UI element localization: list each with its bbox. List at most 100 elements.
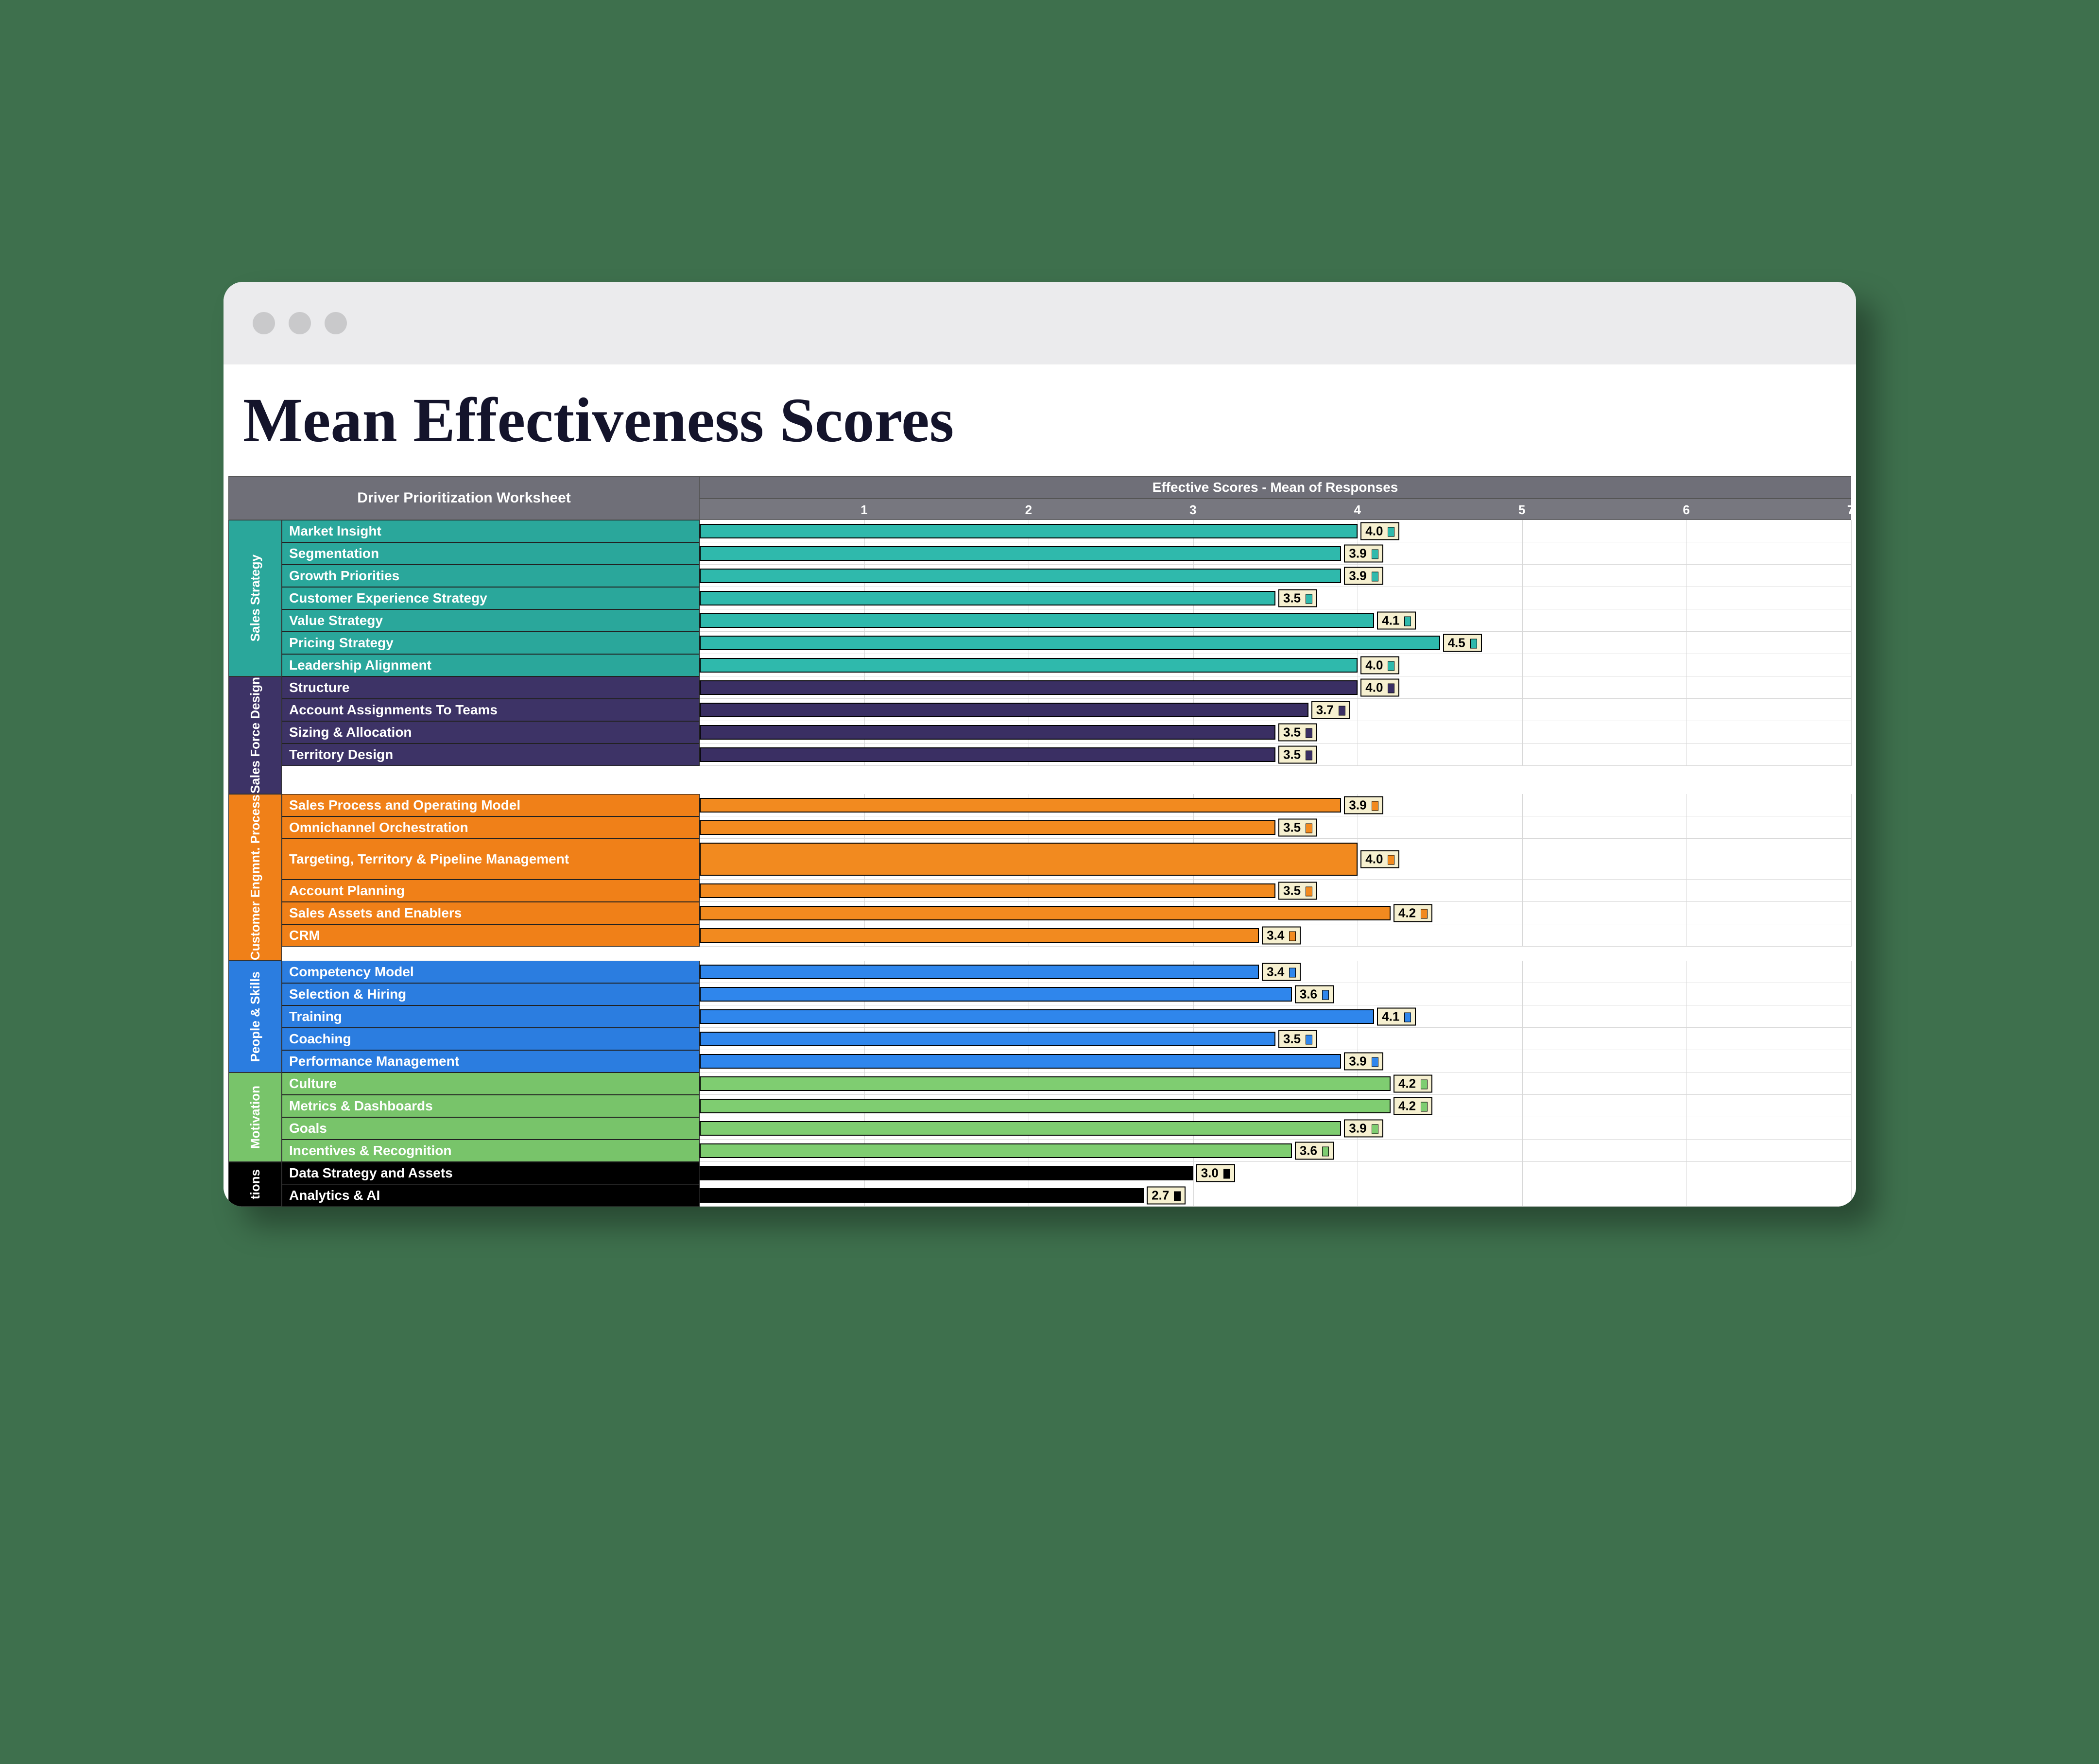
value-label: 3.7 xyxy=(1311,701,1350,719)
value-marker xyxy=(1306,1035,1312,1045)
bar-cell: 2.7 xyxy=(700,1184,1851,1207)
window-dot[interactable] xyxy=(253,312,275,334)
value-marker xyxy=(1289,968,1296,978)
value-label: 3.4 xyxy=(1262,963,1301,981)
category-label: Sales Strategy xyxy=(248,554,263,641)
value-label: 4.0 xyxy=(1360,522,1399,540)
table-row: Sales Assets and Enablers4.2 xyxy=(282,902,1851,924)
table-row: Territory Design3.5 xyxy=(282,744,1851,766)
value-marker xyxy=(1372,550,1378,559)
value-marker xyxy=(1388,661,1394,671)
bar-cell: 3.5 xyxy=(700,880,1851,902)
driver-label: Analytics & AI xyxy=(282,1184,700,1207)
value-marker xyxy=(1404,617,1411,626)
score-bar xyxy=(700,928,1259,943)
table-row: Coaching3.5 xyxy=(282,1028,1851,1050)
driver-label: Structure xyxy=(282,676,700,699)
value-marker xyxy=(1174,1192,1181,1201)
score-bar xyxy=(700,906,1391,920)
value-marker xyxy=(1372,1124,1378,1134)
score-bar xyxy=(700,747,1275,762)
value-label: 3.9 xyxy=(1344,1119,1383,1137)
app-window: Mean Effectiveness Scores Driver Priorit… xyxy=(224,282,1856,1207)
driver-label: Value Strategy xyxy=(282,609,700,632)
value-label: 4.0 xyxy=(1360,850,1399,868)
value-label: 3.5 xyxy=(1278,589,1317,607)
table-row: Segmentation3.9 xyxy=(282,542,1851,565)
axis-title: Effective Scores - Mean of Responses xyxy=(700,476,1851,499)
driver-label: Pricing Strategy xyxy=(282,632,700,654)
category-cell: Motivation xyxy=(228,1072,282,1162)
bar-cell: 3.5 xyxy=(700,816,1851,839)
value-marker xyxy=(1388,855,1394,865)
score-bar xyxy=(700,843,1358,876)
bar-cell: 3.5 xyxy=(700,1028,1851,1050)
table-row: Targeting, Territory & Pipeline Manageme… xyxy=(282,839,1851,880)
window-dot[interactable] xyxy=(325,312,347,334)
category-label: Customer Engmnt. Process xyxy=(248,795,263,960)
page-title: Mean Effectiveness Scores xyxy=(228,379,1851,476)
driver-label: Omnichannel Orchestration xyxy=(282,816,700,839)
bar-cell: 4.1 xyxy=(700,1005,1851,1028)
driver-label: Culture xyxy=(282,1072,700,1095)
value-label: 3.5 xyxy=(1278,882,1317,899)
value-marker xyxy=(1372,572,1378,582)
value-label: 3.6 xyxy=(1295,985,1334,1003)
value-marker xyxy=(1372,1057,1378,1067)
bar-cell: 3.7 xyxy=(700,699,1851,721)
bar-cell: 3.6 xyxy=(700,1140,1851,1162)
score-bar xyxy=(700,725,1275,740)
score-bar xyxy=(700,1166,1193,1180)
score-bar xyxy=(700,1143,1292,1158)
score-bar xyxy=(700,613,1374,628)
table-row: Account Planning 3.5 xyxy=(282,880,1851,902)
score-bar xyxy=(700,546,1341,561)
category-label: Motivation xyxy=(248,1086,263,1149)
category-cell: Customer Engmnt. Process xyxy=(228,794,282,961)
driver-label: Training xyxy=(282,1005,700,1028)
bar-cell: 4.0 xyxy=(700,839,1851,880)
table-row: Growth Priorities3.9 xyxy=(282,565,1851,587)
table-row: Sales Process and Operating Model3.9 xyxy=(282,794,1851,816)
value-label: 4.2 xyxy=(1394,1074,1432,1092)
score-bar xyxy=(700,524,1358,538)
table-row: Structure4.0 xyxy=(282,676,1851,699)
x-axis: 1234567 xyxy=(700,499,1851,520)
score-bar xyxy=(700,591,1275,605)
value-marker xyxy=(1306,728,1312,738)
bar-cell: 4.0 xyxy=(700,520,1851,542)
bar-cell: 4.1 xyxy=(700,609,1851,632)
value-marker xyxy=(1421,909,1428,919)
score-bar xyxy=(700,965,1259,979)
value-label: 3.9 xyxy=(1344,796,1383,814)
value-marker xyxy=(1306,887,1312,897)
score-bar xyxy=(700,1032,1275,1046)
score-bar xyxy=(700,1099,1391,1113)
driver-label: Account Planning xyxy=(282,880,700,902)
table-row: Culture 4.2 xyxy=(282,1072,1851,1095)
score-bar xyxy=(700,820,1275,835)
driver-label: Competency Model xyxy=(282,961,700,983)
bar-cell: 3.9 xyxy=(700,565,1851,587)
axis-tick: 6 xyxy=(1683,499,1689,520)
value-marker xyxy=(1289,932,1296,941)
driver-label: Coaching xyxy=(282,1028,700,1050)
table-row: Sizing & Allocation3.5 xyxy=(282,721,1851,744)
table-row: Account Assignments To Teams3.7 xyxy=(282,699,1851,721)
window-dot[interactable] xyxy=(289,312,311,334)
score-bar xyxy=(700,1188,1144,1203)
value-marker xyxy=(1404,1013,1411,1022)
driver-label: Market Insight xyxy=(282,520,700,542)
driver-label: CRM xyxy=(282,924,700,947)
score-bar xyxy=(700,987,1292,1002)
table-row: Selection & Hiring3.6 xyxy=(282,983,1851,1005)
table-row: Analytics & AI2.7 xyxy=(282,1184,1851,1207)
bar-cell: 3.9 xyxy=(700,542,1851,565)
bar-cell: 3.0 xyxy=(700,1162,1851,1184)
driver-label: Territory Design xyxy=(282,744,700,766)
bar-cell: 3.6 xyxy=(700,983,1851,1005)
table-row: Customer Experience Strategy3.5 xyxy=(282,587,1851,609)
table-row: Metrics & Dashboards4.2 xyxy=(282,1095,1851,1117)
value-label: 3.6 xyxy=(1295,1141,1334,1159)
value-label: 3.5 xyxy=(1278,818,1317,836)
